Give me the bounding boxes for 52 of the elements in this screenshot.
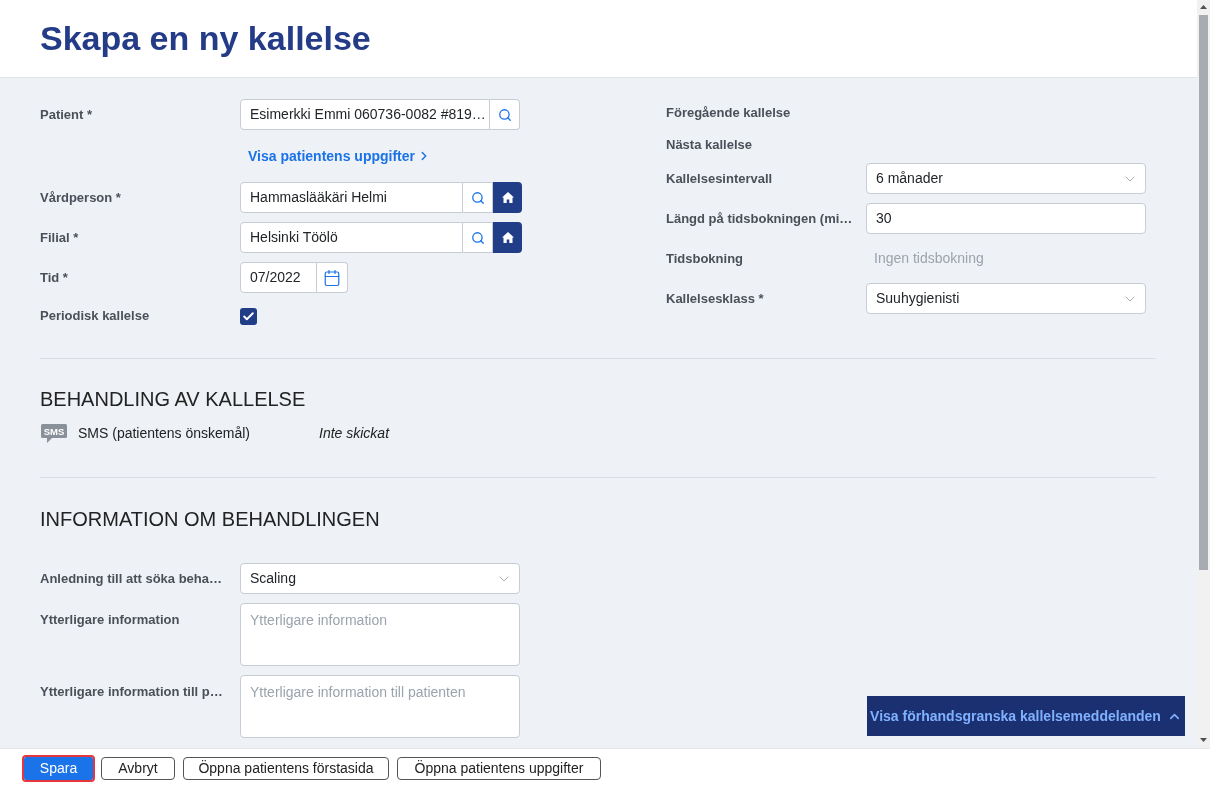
search-button[interactable]	[490, 99, 520, 130]
scroll-down-arrow-icon[interactable]	[1200, 738, 1207, 742]
text-field[interactable]: Helsinki Töölö	[240, 222, 463, 253]
send-status: Inte skickat	[319, 423, 390, 443]
field-label: Nästa kallelse	[666, 135, 753, 154]
field-label: Föregående kallelse	[666, 103, 792, 122]
section-heading: BEHANDLING AV KALLELSE	[40, 387, 307, 411]
field-label: Filial *	[40, 228, 80, 247]
page-title: Skapa en ny kallelse	[40, 18, 371, 59]
save-button[interactable]: Spara	[24, 756, 93, 780]
search-icon	[470, 190, 485, 205]
footer-button[interactable]: Öppna patientens uppgifter	[397, 756, 601, 780]
text-field[interactable]: Hammaslääkäri Helmi	[240, 182, 463, 213]
search-icon	[470, 230, 485, 245]
text-area[interactable]: Ytterligare information till patienten	[240, 675, 520, 738]
footer-button[interactable]: Öppna patientens förstasida	[183, 756, 389, 780]
field-label: Tidsbokning	[666, 249, 745, 268]
text-field[interactable]: 30	[866, 203, 1146, 234]
scroll-up-arrow-icon[interactable]	[1200, 5, 1207, 9]
dropdown-select[interactable]: 6 månader	[866, 163, 1146, 194]
checkbox[interactable]	[240, 307, 257, 325]
field-label: Vårdperson *	[40, 188, 122, 207]
field-label: Tid *	[40, 268, 69, 287]
check-icon	[242, 309, 255, 323]
patient-details-link[interactable]: Visa patientens uppgifter	[248, 145, 431, 167]
calendar-icon	[323, 268, 341, 287]
text-area[interactable]: Ytterligare information	[240, 603, 520, 666]
section-heading: INFORMATION OM BEHANDLINGEN	[40, 507, 381, 531]
calendar-button[interactable]	[317, 262, 348, 293]
dropdown-select[interactable]: Scaling	[240, 563, 520, 594]
home-icon	[501, 192, 514, 203]
home-button[interactable]	[493, 222, 522, 253]
search-icon	[497, 107, 512, 122]
text-field[interactable]: 07/2022	[240, 262, 317, 293]
scrollbar-thumb[interactable]	[1199, 15, 1208, 570]
field-label: Anledning till att söka beha…	[40, 569, 224, 588]
field-label: Periodisk kallelse	[40, 307, 151, 326]
field-label: Kallelsesklass *	[666, 289, 765, 308]
field-label: Ytterligare information	[40, 611, 181, 629]
field-label: Kallelsesintervall	[666, 169, 774, 188]
field-label: Längd på tidsbokningen (mi…	[666, 209, 854, 228]
text-field[interactable]: Esimerkki Emmi 060736-0082 #819…	[240, 99, 490, 130]
booking-status-text: Ingen tidsbokning	[873, 249, 984, 268]
home-icon	[501, 232, 514, 243]
home-button[interactable]	[493, 182, 522, 213]
scrollbar[interactable]	[1197, 0, 1210, 748]
field-label: Ytterligare information till p…	[40, 683, 224, 701]
preview-messages-button[interactable]: Visa förhandsgranska kallelsemeddelanden	[867, 696, 1185, 736]
footer-button[interactable]: Avbryt	[101, 756, 175, 780]
field-label: Patient *	[40, 105, 93, 124]
dropdown-select[interactable]: Suuhygienisti	[866, 283, 1146, 314]
channel-name: SMS (patientens önskemål)	[78, 423, 251, 443]
